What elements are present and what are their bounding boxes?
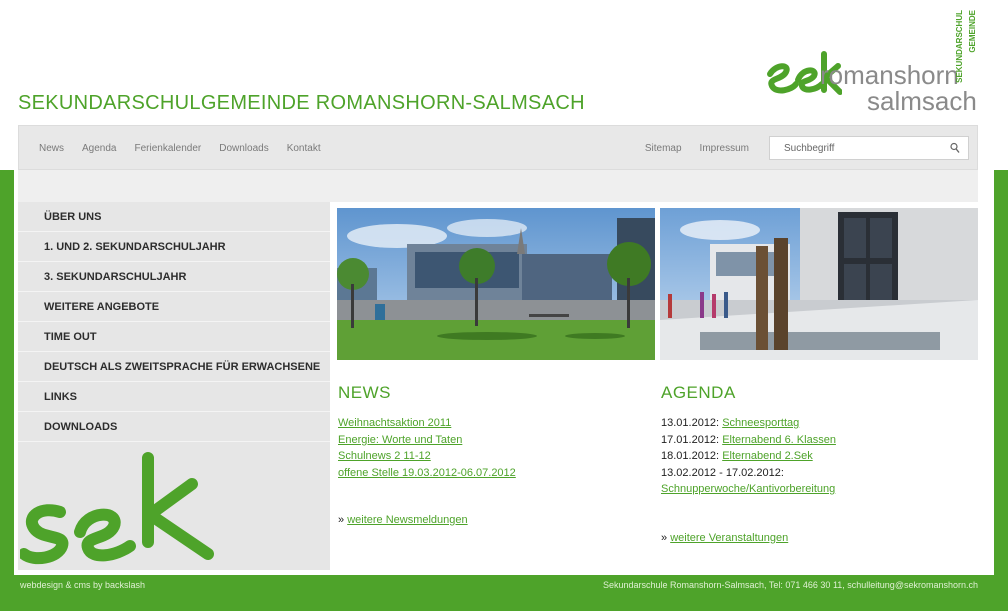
site-title: SEKUNDARSCHULGEMEINDE ROMANSHORN-SALMSAC… [18,92,585,114]
nav-downloads[interactable]: Downloads [219,143,268,154]
agenda-link-elternabend-2sek[interactable]: Elternabend 2.Sek [722,450,813,462]
nav-kontakt[interactable]: Kontakt [287,143,321,154]
main-nav: News Agenda Ferienkalender Downloads Kon… [39,126,339,171]
agenda-heading: AGENDA [661,383,736,402]
logo-vertical-text-2: GEMEINDE [968,10,980,106]
school-logo[interactable]: romanshorn salmsach SEKUNDARSCHUL GEMEIN… [762,6,984,118]
news-item: Schulnews 2 11-12 [338,448,638,465]
more-agenda-link[interactable]: weitere Veranstaltungen [670,532,788,544]
agenda-list: 13.01.2012: Schneesporttag 17.01.2012: E… [661,415,961,498]
breadcrumb-spacer-bar [18,170,978,202]
sidebar-item-sekundarschuljahr-3[interactable]: 3. SEKUNDARSCHULJAHR [18,262,330,292]
news-item: offene Stelle 19.03.2012-06.07.2012 [338,465,638,482]
sidebar-item-time-out[interactable]: TIME OUT [18,322,330,352]
news-section: NEWS Weihnachtsaktion 2011 Energie: Wort… [338,383,638,481]
search-box [769,136,969,160]
agenda-link-elternabend-6[interactable]: Elternabend 6. Klassen [722,434,836,446]
logo-vertical-text: SEKUNDARSCHUL [955,10,967,106]
agenda-item: 17.01.2012: Elternabend 6. Klassen [661,432,961,449]
news-item: Weihnachtsaktion 2011 [338,415,638,432]
nav-news[interactable]: News [39,143,64,154]
news-link-weihnachtsaktion[interactable]: Weihnachtsaktion 2011 [338,417,451,429]
logo-vertical-label-2: GEMEINDE [968,10,977,53]
top-navigation-bar: News Agenda Ferienkalender Downloads Kon… [18,125,978,170]
agenda-item-range-link-row: Schnupperwoche/Kantivorbereitung [661,481,961,498]
agenda-item: 13.01.2012: Schneesporttag [661,415,961,432]
agenda-link-schneesporttag[interactable]: Schneesporttag [722,417,799,429]
sidebar-menu: ÜBER UNS 1. UND 2. SEKUNDARSCHULJAHR 3. … [18,202,330,442]
sidebar-item-ueber-uns[interactable]: ÜBER UNS [18,202,330,232]
news-list: Weihnachtsaktion 2011 Energie: Worte und… [338,415,638,481]
news-link-schulnews[interactable]: Schulnews 2 11-12 [338,450,431,462]
footer-credits[interactable]: webdesign & cms by backslash [20,580,145,590]
nav-ferienkalender[interactable]: Ferienkalender [135,143,202,154]
sidebar-item-downloads[interactable]: DOWNLOADS [18,412,330,442]
news-link-energie[interactable]: Energie: Worte und Taten [338,434,462,446]
nav-sitemap[interactable]: Sitemap [645,143,682,154]
schoolyard-fountain-photo [660,208,978,360]
more-news-link[interactable]: weitere Newsmeldungen [347,514,467,526]
sidebar-item-weitere-angebote[interactable]: WEITERE ANGEBOTE [18,292,330,322]
nav-impressum[interactable]: Impressum [700,143,749,154]
agenda-date: 13.01.2012: [661,417,720,429]
agenda-date: 18.01.2012: [661,450,720,462]
news-heading: NEWS [338,383,391,402]
footer-contact[interactable]: Sekundarschule Romanshorn-Salmsach, Tel:… [603,580,978,590]
more-agenda-row: » weitere Veranstaltungen [661,532,788,544]
nav-agenda[interactable]: Agenda [82,143,116,154]
agenda-item: 18.01.2012: Elternabend 2.Sek [661,448,961,465]
news-link-offene-stelle[interactable]: offene Stelle 19.03.2012-06.07.2012 [338,467,516,479]
agenda-section: AGENDA 13.01.2012: Schneesporttag 17.01.… [661,383,961,498]
sidebar-item-deutsch-zweitsprache[interactable]: DEUTSCH ALS ZWEITSPRACHE FÜR ERWACHSENE [18,352,330,382]
more-news-bullet: » [338,514,345,526]
agenda-item-date-range: 13.02.2012 - 17.02.2012: [661,466,784,479]
news-item: Energie: Worte und Taten [338,432,638,449]
sidebar-item-links[interactable]: LINKS [18,382,330,412]
logo-vertical-label-1: SEKUNDARSCHUL [955,10,964,83]
more-news-row: » weitere Newsmeldungen [338,514,468,526]
more-agenda-bullet: » [661,532,668,544]
sek-decorative-logo-icon [20,452,214,565]
school-building-photo [337,208,655,360]
magnifier-icon[interactable] [950,142,960,154]
agenda-link-schnupperwoche[interactable]: Schnupperwoche/Kantivorbereitung [661,483,835,495]
agenda-date: 17.01.2012: [661,433,720,446]
utility-nav: Sitemap Impressum [645,126,767,171]
search-input[interactable] [770,137,935,159]
sidebar-item-sekundarschuljahr-1-2[interactable]: 1. UND 2. SEKUNDARSCHULJAHR [18,232,330,262]
sidebar: ÜBER UNS 1. UND 2. SEKUNDARSCHULJAHR 3. … [18,202,330,570]
